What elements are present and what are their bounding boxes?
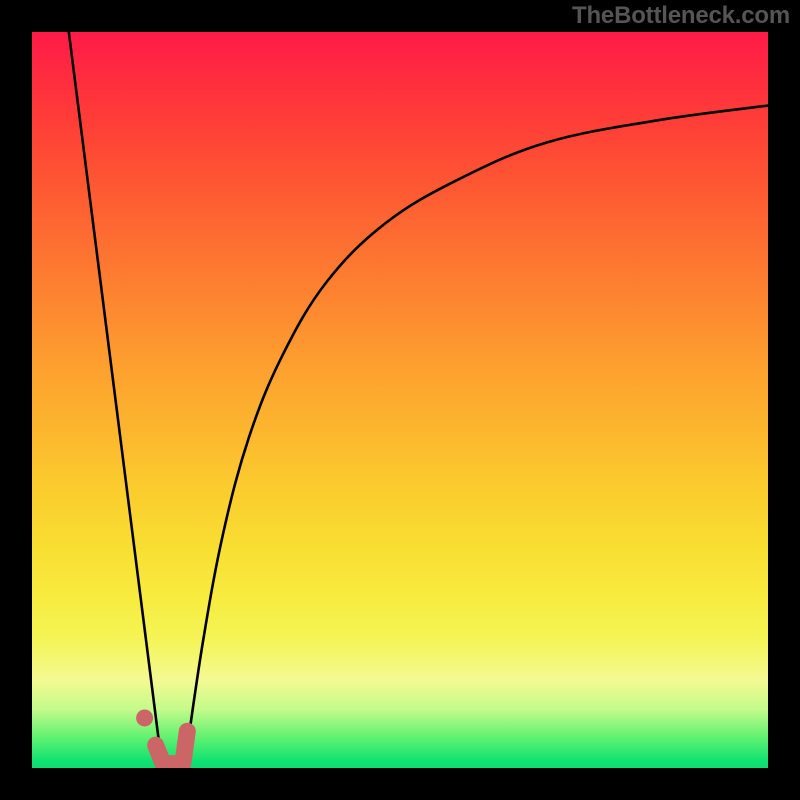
watermark-text: TheBottleneck.com bbox=[572, 2, 790, 30]
marker-layer bbox=[32, 32, 768, 768]
optimum-marker-dot bbox=[136, 709, 153, 726]
chart-container: TheBottleneck.com bbox=[0, 0, 800, 800]
optimum-marker-hook bbox=[156, 731, 188, 763]
plot-area bbox=[32, 32, 768, 768]
